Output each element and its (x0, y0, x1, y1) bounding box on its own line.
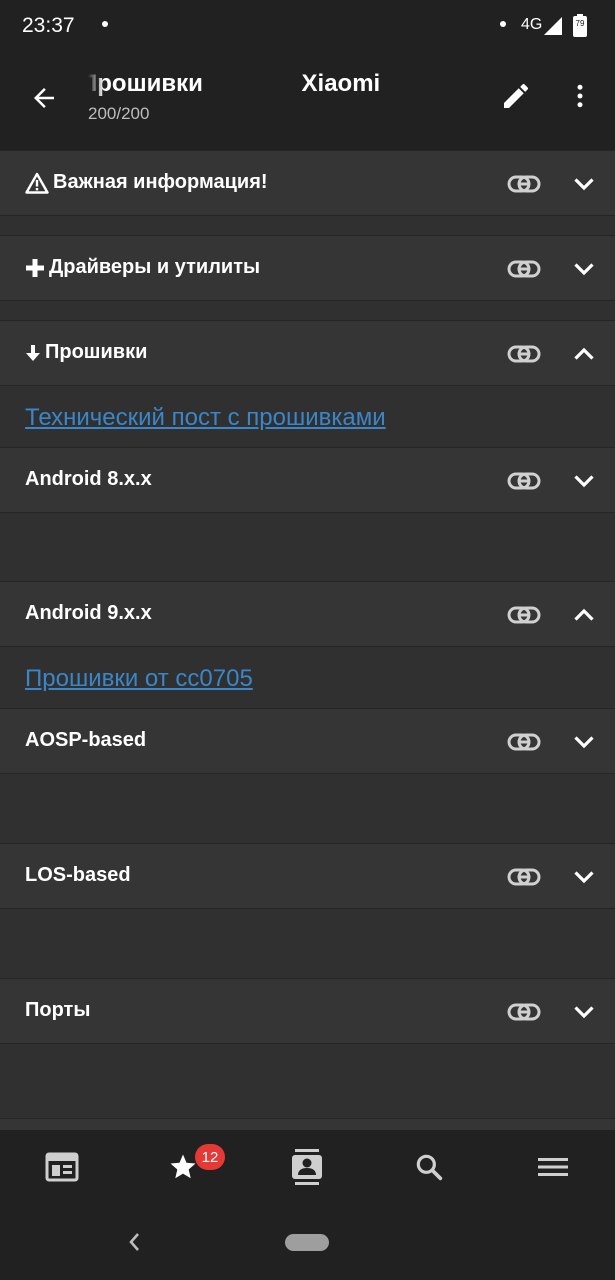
link-icon[interactable] (506, 862, 542, 892)
spoiler-body-collapsed (0, 216, 615, 236)
spoiler-title: Android 8.x.x (25, 468, 152, 490)
spoiler-header-android-9[interactable]: Android 9.x.x (0, 581, 615, 647)
spoiler-body-collapsed (0, 1044, 615, 1120)
spoiler-title: Драйверы и утилиты (25, 256, 260, 279)
page-subtitle: 200/200 (88, 104, 150, 123)
news-icon (45, 1152, 79, 1182)
spoiler-body-collapsed (0, 909, 615, 979)
back-button[interactable] (22, 76, 66, 120)
spoiler-title: Android 9.x.x (25, 602, 152, 624)
warning-icon (25, 172, 49, 194)
spoiler-header-firmware[interactable]: Прошивки (0, 320, 615, 386)
status-bar: 23:37 4G 79 (0, 0, 615, 52)
battery-icon: 79 (573, 14, 587, 37)
spoiler-body-collapsed (0, 774, 615, 844)
chevron-up-icon[interactable] (568, 600, 600, 630)
spoiler-body-collapsed (0, 301, 615, 321)
menu-icon (538, 1158, 568, 1176)
spoiler-title: Прошивки (25, 341, 147, 364)
chevron-down-icon[interactable] (568, 169, 600, 199)
edit-button[interactable] (494, 74, 538, 118)
battery-level: 79 (576, 19, 585, 28)
spoiler-header-ports[interactable]: Порты (0, 978, 615, 1044)
more-vert-icon (577, 84, 583, 108)
chevron-down-icon[interactable] (568, 254, 600, 284)
link-icon[interactable] (506, 254, 542, 284)
page-title: Прошивки Xiaomi (88, 70, 381, 97)
search-icon (416, 1154, 443, 1181)
spoiler-title: Порты (25, 999, 91, 1021)
spoiler-body-firmware: Технический пост с прошивками (0, 386, 615, 448)
arrow-back-icon (34, 88, 54, 108)
plus-icon (25, 258, 45, 278)
star-icon (170, 1154, 196, 1179)
spoiler-title-text: Важная информация! (53, 171, 268, 193)
chevron-down-icon[interactable] (568, 862, 600, 892)
favorites-count-badge: 12 (195, 1144, 225, 1170)
post-content: Важная информация! Драйверы и утилиты Пр… (0, 150, 615, 1132)
status-time: 23:37 (22, 14, 75, 37)
spoiler-title: AOSP-based (25, 729, 147, 751)
pencil-icon (504, 83, 529, 108)
system-navigation-bar (0, 1204, 615, 1280)
title-marquee: Прошивки Xiaomi (88, 68, 428, 108)
signal-icon (544, 17, 562, 35)
spoiler-header-drivers[interactable]: Драйверы и утилиты (0, 235, 615, 301)
status-dot-icon (500, 21, 506, 27)
arrow-down-icon (25, 344, 41, 362)
spoiler-header-aosp[interactable]: AOSP-based (0, 708, 615, 774)
nav-contacts[interactable] (277, 1144, 337, 1190)
chevron-down-icon[interactable] (568, 466, 600, 496)
spoiler-title: LOS-based (25, 864, 131, 886)
link-icon[interactable] (506, 169, 542, 199)
link-icon[interactable] (506, 997, 542, 1027)
spoiler-header-los[interactable]: LOS-based (0, 843, 615, 909)
chevron-down-icon[interactable] (568, 997, 600, 1027)
chevron-left-icon (129, 1233, 139, 1251)
spoiler-header-important[interactable]: Важная информация! (0, 150, 615, 216)
nav-news[interactable] (32, 1144, 92, 1190)
system-home-pill[interactable] (285, 1234, 329, 1251)
spoiler-body-android-9: Прошивки от cc0705 (0, 647, 615, 709)
system-back-button[interactable] (120, 1228, 148, 1256)
spoiler-title: Важная информация! (25, 171, 268, 194)
chevron-down-icon[interactable] (568, 727, 600, 757)
network-type: 4G (521, 16, 543, 33)
chevron-up-icon[interactable] (568, 339, 600, 369)
contacts-icon (292, 1149, 322, 1185)
spoiler-body-collapsed (0, 513, 615, 582)
more-options-button[interactable] (558, 74, 602, 118)
spoiler-title-text: Прошивки (45, 341, 148, 363)
link-icon[interactable] (506, 600, 542, 630)
firmware-cc0705-link[interactable]: Прошивки от cc0705 (25, 665, 253, 693)
nav-menu[interactable] (523, 1144, 583, 1190)
spoiler-title-text: Драйверы и утилиты (49, 256, 261, 278)
bottom-navigation: 12 (0, 1130, 615, 1204)
spoiler-header-android-8[interactable]: Android 8.x.x (0, 447, 615, 513)
app-bar: Прошивки Xiaomi 200/200 (0, 52, 615, 150)
link-icon[interactable] (506, 727, 542, 757)
nav-search[interactable] (399, 1144, 459, 1190)
tech-post-link[interactable]: Технический пост с прошивками (25, 404, 386, 432)
link-icon[interactable] (506, 466, 542, 496)
notification-dot-icon (102, 21, 108, 27)
link-icon[interactable] (506, 339, 542, 369)
